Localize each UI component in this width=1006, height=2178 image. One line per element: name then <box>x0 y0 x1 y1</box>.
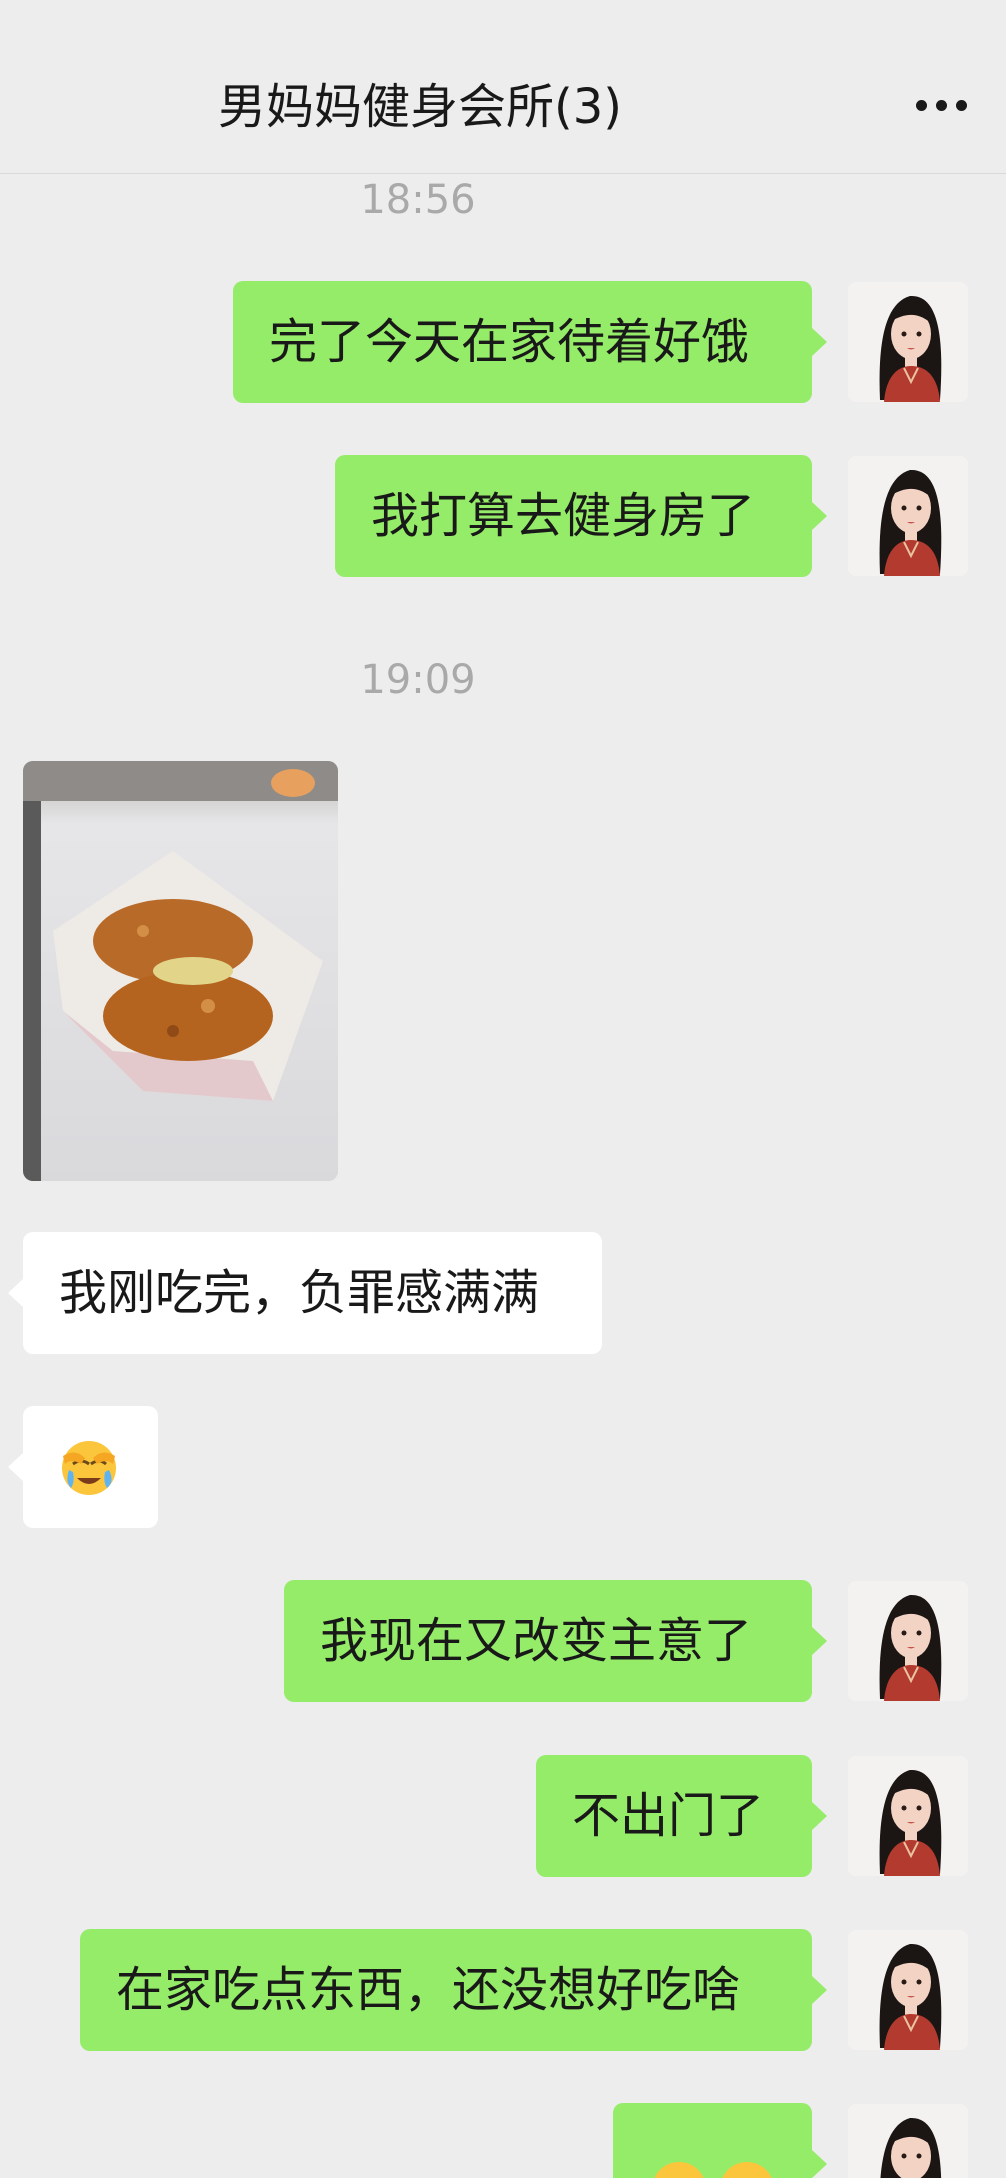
message-bubble-outgoing[interactable]: 我现在又改变主意了 <box>284 1580 827 1702</box>
image-message[interactable] <box>23 761 338 1181</box>
avatar-girl-icon <box>848 282 968 402</box>
timestamp: 19:09 <box>360 657 476 703</box>
message-bubble-incoming[interactable]: 我刚吃完，负罪感满满 <box>8 1232 602 1354</box>
chat-header: 男妈妈健身会所(3) <box>0 0 1006 174</box>
message-bubble-outgoing[interactable] <box>613 2103 827 2178</box>
dot <box>935 99 947 111</box>
smiling-face-emoji <box>722 2162 772 2178</box>
message-bubble-outgoing[interactable]: 完了今天在家待着好饿 <box>233 281 827 403</box>
dot <box>915 99 927 111</box>
more-dots-icon[interactable] <box>906 80 976 130</box>
avatar-girl-icon <box>848 1756 968 1876</box>
avatar[interactable] <box>848 1930 968 2050</box>
message-bubble-outgoing[interactable]: 我打算去健身房了 <box>335 455 827 577</box>
avatar-girl-icon <box>848 456 968 576</box>
avatar-girl-icon <box>848 1930 968 2050</box>
avatar[interactable] <box>848 282 968 402</box>
avatar-girl-icon <box>848 1581 968 1701</box>
avatar[interactable] <box>848 1756 968 1876</box>
face-palm-tears-emoji <box>62 1441 116 1495</box>
fried-chicken-photo <box>23 761 338 1181</box>
emoji-row <box>649 2159 777 2178</box>
message-bubble-incoming[interactable] <box>8 1406 158 1528</box>
message-bubble-outgoing[interactable]: 不出门了 <box>536 1755 827 1877</box>
avatar[interactable] <box>848 1581 968 1701</box>
chat-title[interactable]: 男妈妈健身会所(3) <box>0 72 840 142</box>
message-bubble-outgoing[interactable]: 在家吃点东西，还没想好吃啥 <box>80 1929 827 2051</box>
smiling-face-emoji <box>654 2162 704 2178</box>
avatar[interactable] <box>848 2104 968 2178</box>
timestamp: 18:56 <box>360 177 476 223</box>
avatar[interactable] <box>848 456 968 576</box>
dot <box>955 99 967 111</box>
avatar-girl-icon <box>848 2104 968 2178</box>
